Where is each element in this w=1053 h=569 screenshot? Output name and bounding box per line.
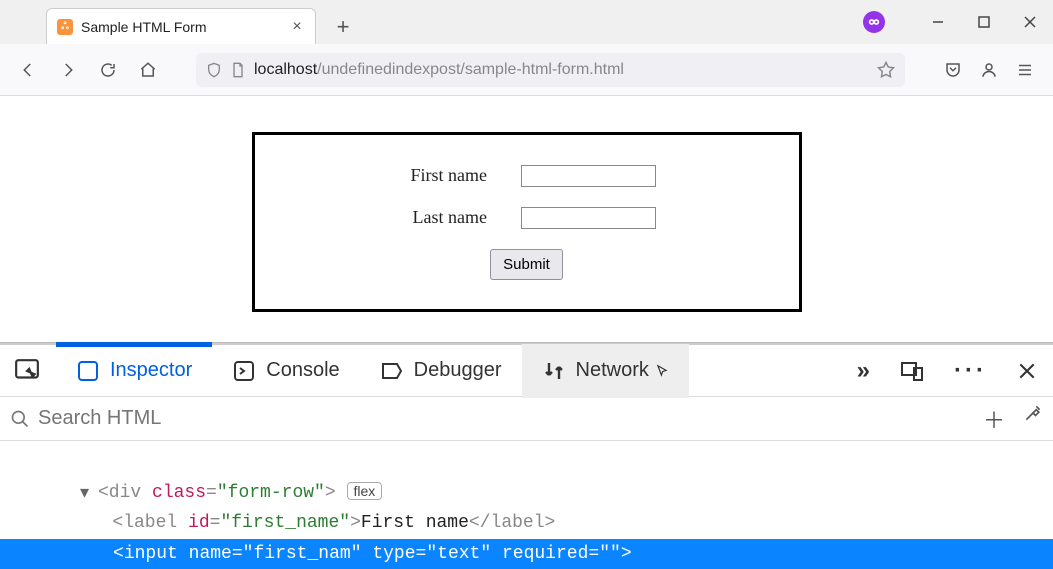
devtools-search-bar: ＋ — [0, 397, 1053, 441]
tab-console[interactable]: Console — [212, 344, 359, 398]
extension-badge-icon[interactable] — [863, 11, 885, 33]
last-name-input[interactable] — [521, 207, 656, 229]
first-name-row: First name — [397, 165, 656, 187]
url-text: localhost/undefinedindexpost/sample-html… — [254, 61, 624, 79]
titlebar-right — [863, 0, 1053, 44]
devtools-tabs: Inspector Console Debugger Network » ··· — [0, 343, 1053, 397]
back-button[interactable] — [12, 54, 44, 86]
window-minimize-button[interactable] — [915, 5, 961, 39]
window-titlebar: ஃ Sample HTML Form × + — [0, 0, 1053, 44]
add-node-button[interactable]: ＋ — [983, 403, 1005, 435]
xampp-favicon-icon: ஃ — [57, 19, 73, 35]
tab-title: Sample HTML Form — [81, 19, 281, 35]
element-picker-button[interactable] — [8, 358, 46, 384]
sample-form: First name Last name Submit — [252, 132, 802, 312]
selected-node[interactable]: <input name="first_nam" type="text" requ… — [0, 539, 1053, 569]
reload-button[interactable] — [92, 54, 124, 86]
search-html-input[interactable] — [38, 407, 538, 430]
app-menu-button[interactable] — [1009, 54, 1041, 86]
responsive-mode-button[interactable] — [892, 359, 932, 383]
devtools-panel: Inspector Console Debugger Network » ··· — [0, 342, 1053, 569]
last-name-label: Last name — [397, 207, 487, 228]
first-name-label: First name — [397, 165, 487, 186]
tab-close-button[interactable]: × — [289, 18, 305, 36]
browser-toolbar: localhost/undefinedindexpost/sample-html… — [0, 44, 1053, 96]
tab-network[interactable]: Network — [522, 344, 689, 398]
cursor-icon — [655, 364, 669, 378]
devtools-close-button[interactable] — [1009, 361, 1045, 381]
account-button[interactable] — [973, 54, 1005, 86]
page-icon — [230, 62, 246, 78]
window-close-button[interactable] — [1007, 5, 1053, 39]
submit-button[interactable]: Submit — [490, 249, 563, 280]
html-tree[interactable]: ▾<div class="form-row"> flex <label id="… — [0, 441, 1053, 569]
bookmark-star-icon[interactable] — [877, 61, 895, 79]
tab-inspector[interactable]: Inspector — [56, 342, 212, 396]
last-name-row: Last name — [397, 207, 656, 229]
first-name-input[interactable] — [521, 165, 656, 187]
forward-button[interactable] — [52, 54, 84, 86]
address-bar[interactable]: localhost/undefinedindexpost/sample-html… — [196, 53, 905, 87]
window-maximize-button[interactable] — [961, 5, 1007, 39]
shield-icon — [206, 61, 222, 79]
devtools-menu-button[interactable]: ··· — [946, 357, 995, 385]
new-tab-button[interactable]: + — [326, 10, 360, 44]
toolbar-right-icons — [937, 54, 1041, 86]
tab-strip: ஃ Sample HTML Form × + — [0, 0, 360, 44]
pocket-button[interactable] — [937, 54, 969, 86]
flex-badge[interactable]: flex — [347, 482, 383, 500]
tab-debugger[interactable]: Debugger — [360, 344, 522, 398]
eyedropper-button[interactable] — [1023, 403, 1043, 435]
home-button[interactable] — [132, 54, 164, 86]
more-tabs-button[interactable]: » — [849, 357, 878, 385]
browser-tab[interactable]: ஃ Sample HTML Form × — [46, 8, 316, 44]
search-icon — [10, 409, 30, 429]
page-content: First name Last name Submit — [0, 96, 1053, 342]
